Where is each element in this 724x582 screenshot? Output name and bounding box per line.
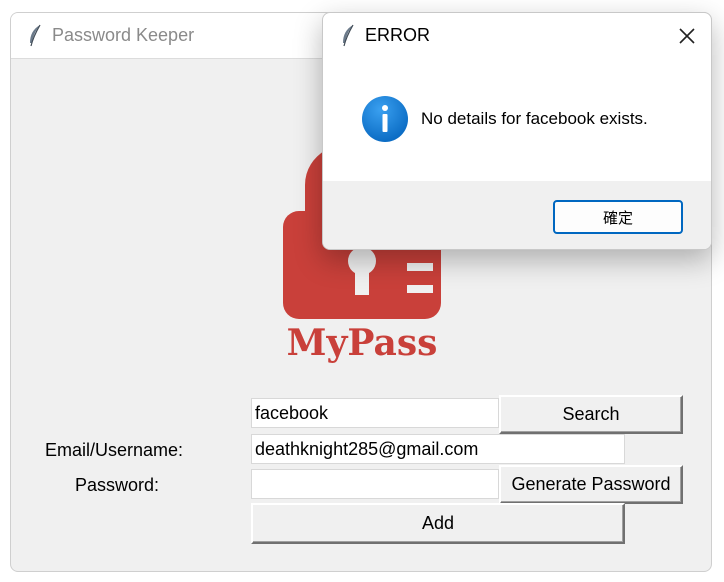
search-button[interactable]: Search xyxy=(499,395,683,434)
info-icon xyxy=(362,96,408,142)
close-icon xyxy=(679,28,695,44)
dialog-titlebar[interactable]: ERROR xyxy=(323,13,711,59)
password-label: Password: xyxy=(75,475,160,495)
email-input[interactable] xyxy=(251,434,625,464)
website-input[interactable] xyxy=(251,398,499,428)
error-dialog: ERROR No details for facebook exists. 確定 xyxy=(322,12,712,250)
ok-button[interactable]: 確定 xyxy=(553,200,683,234)
dialog-footer: 確定 xyxy=(323,181,711,249)
dialog-message: No details for facebook exists. xyxy=(421,109,648,128)
generate-password-button[interactable]: Generate Password xyxy=(499,465,683,504)
add-button[interactable]: Add xyxy=(251,503,625,544)
close-button[interactable] xyxy=(669,19,705,53)
feather-icon xyxy=(343,24,354,47)
email-label: Email/Username: xyxy=(45,440,184,460)
logo-text: MyPass xyxy=(287,322,438,363)
dialog-title: ERROR xyxy=(365,25,431,45)
feather-icon xyxy=(30,24,41,47)
password-input[interactable] xyxy=(251,469,499,499)
window-title: Password Keeper xyxy=(52,25,195,45)
